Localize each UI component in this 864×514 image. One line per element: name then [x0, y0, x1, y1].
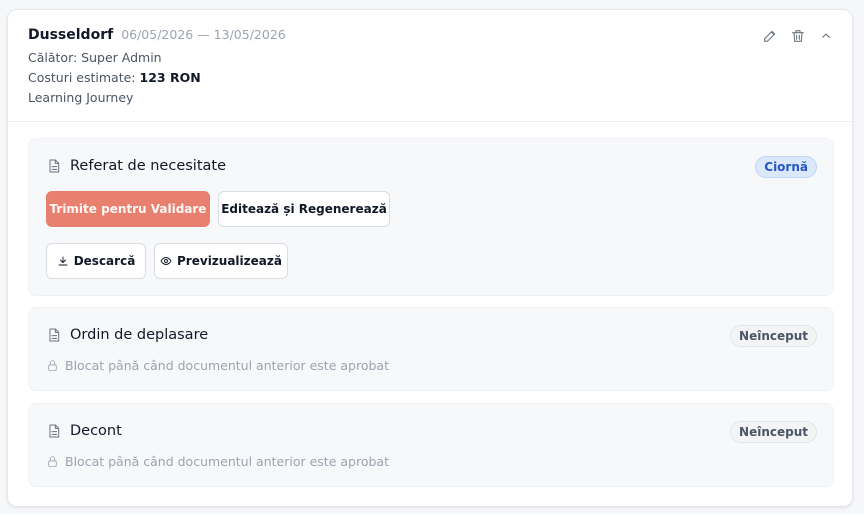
edit-regenerate-button[interactable]: Editează și Regenerează: [218, 191, 390, 227]
preview-button[interactable]: Previzualizează: [154, 243, 288, 279]
locked-notice: Blocat până când documentul anterior est…: [46, 454, 389, 469]
traveler-info: Călător: Super Admin: [28, 50, 162, 65]
download-button[interactable]: Descarcă: [46, 243, 146, 279]
locked-text: Blocat până când documentul anterior est…: [65, 454, 389, 469]
trash-icon[interactable]: [790, 28, 806, 44]
document-header: Ordin de deplasare: [46, 327, 208, 343]
trip-title-row: Dusseldorf 06/05/2026 — 13/05/2026: [28, 27, 286, 43]
estimated-costs: Costuri estimate: 123 RON: [28, 70, 201, 85]
trip-header: Dusseldorf 06/05/2026 — 13/05/2026 Călăt…: [8, 10, 852, 122]
locked-text: Blocat până când documentul anterior est…: [65, 358, 389, 373]
document-section-referat: Referat de necesitate Ciornă Trimite pen…: [28, 138, 834, 296]
submit-validation-button[interactable]: Trimite pentru Validare: [46, 191, 210, 227]
pencil-icon[interactable]: [762, 28, 778, 44]
status-badge: Ciornă: [755, 156, 817, 178]
document-section-ordin: Ordin de deplasare Neînceput Blocat până…: [28, 307, 834, 391]
download-icon: [58, 256, 68, 266]
document-title: Ordin de deplasare: [70, 327, 209, 343]
trip-card: Dusseldorf 06/05/2026 — 13/05/2026 Călăt…: [7, 9, 853, 507]
trip-title: Dusseldorf: [28, 27, 114, 43]
document-header: Decont: [46, 423, 122, 439]
document-icon: [49, 159, 60, 173]
document-section-decont: Decont Neînceput Blocat până când docume…: [28, 403, 834, 487]
status-badge: Neînceput: [730, 421, 817, 443]
trip-type: Learning Journey: [28, 90, 134, 105]
lock-icon: [48, 456, 57, 467]
document-title: Decont: [70, 423, 122, 439]
eye-icon: [160, 257, 172, 265]
trip-actions: [762, 28, 834, 44]
document-icon: [49, 424, 60, 438]
estimated-costs-value: 123 RON: [139, 70, 201, 85]
locked-notice: Blocat până când documentul anterior est…: [46, 358, 389, 373]
status-badge: Neînceput: [730, 325, 817, 347]
preview-label: Previzualizează: [177, 254, 282, 268]
chevron-up-icon[interactable]: [818, 28, 834, 44]
lock-icon: [48, 360, 57, 371]
trip-dates: 06/05/2026 — 13/05/2026: [121, 27, 286, 42]
download-label: Descarcă: [73, 254, 136, 268]
document-title: Referat de necesitate: [70, 158, 227, 174]
estimated-costs-label: Costuri estimate:: [28, 70, 136, 85]
document-icon: [49, 328, 60, 342]
document-header: Referat de necesitate: [46, 158, 226, 174]
